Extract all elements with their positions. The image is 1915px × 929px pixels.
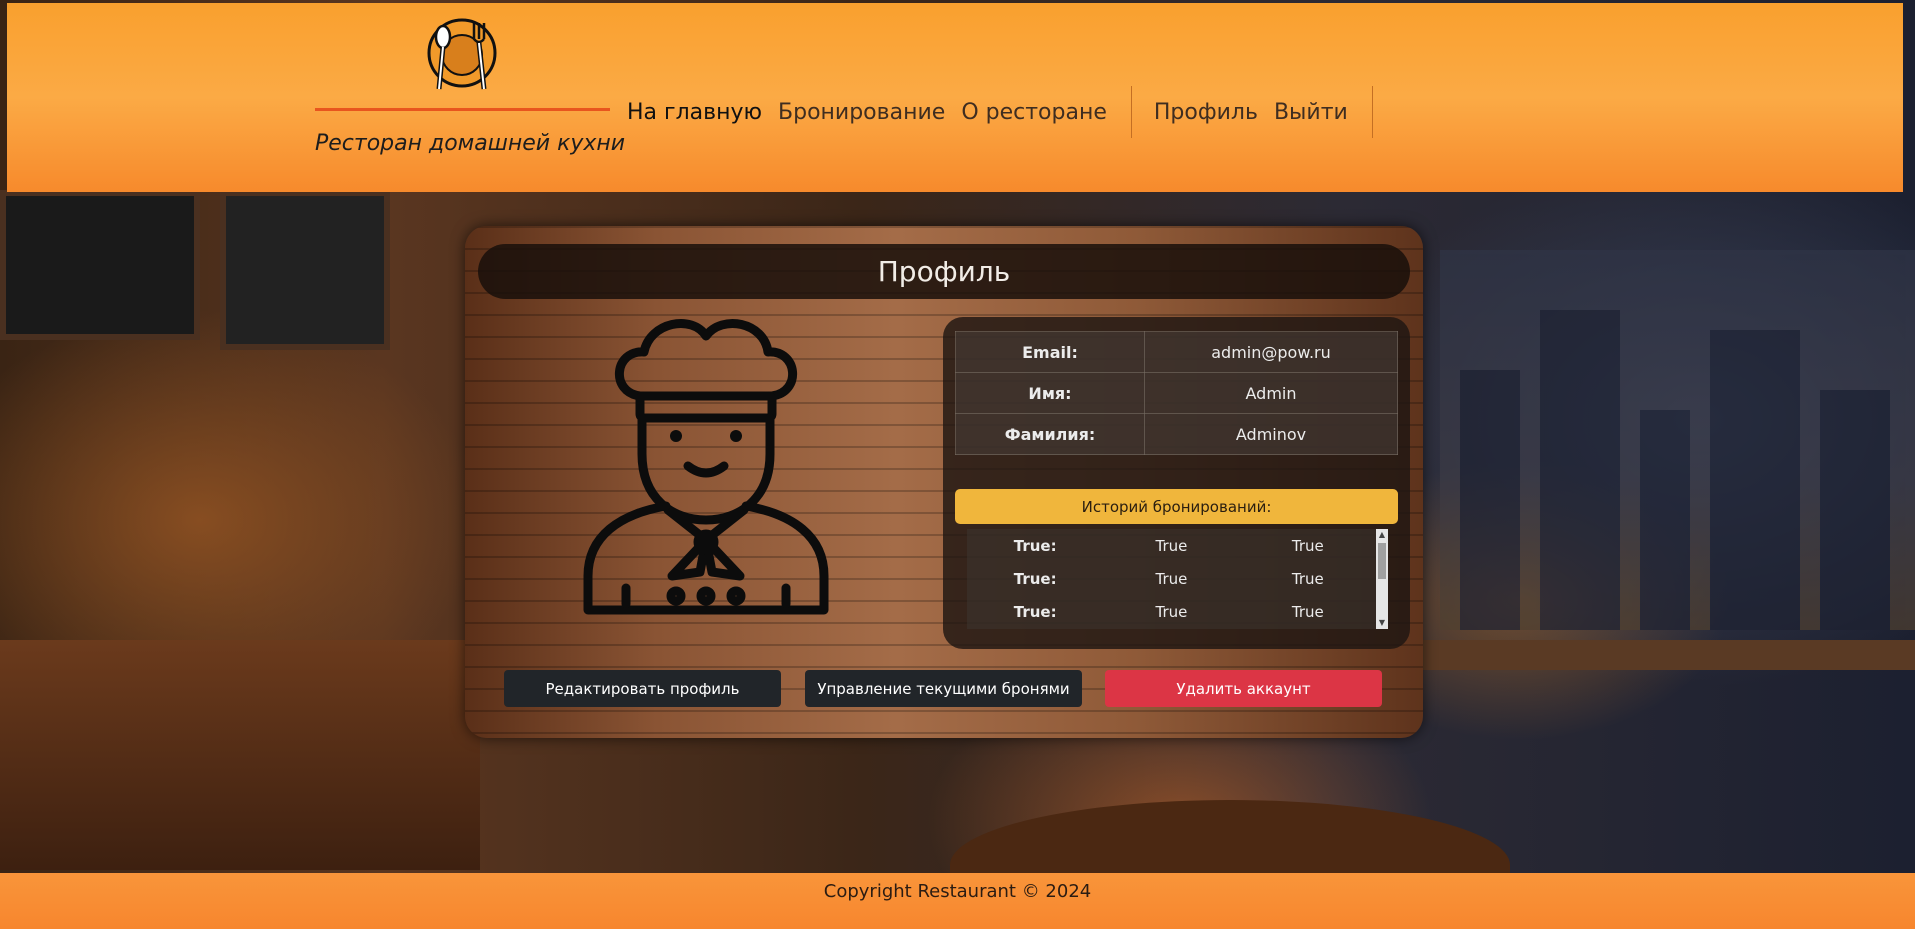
city-window-view — [1440, 250, 1915, 630]
copyright-text: Copyright Restaurant © 2024 — [823, 881, 1092, 902]
history-scrollbar[interactable]: ▲ ▼ — [1376, 529, 1388, 629]
list-item: True: True True — [967, 562, 1376, 595]
list-item: True: True True — [967, 595, 1376, 628]
table-row: Имя: Admin — [955, 372, 1398, 414]
delete-account-button[interactable]: Удалить аккаунт — [1105, 670, 1382, 707]
nav-home-link[interactable]: На главную — [627, 100, 762, 125]
surname-value: Adminov — [1144, 413, 1398, 455]
profile-card: Профиль Email: admin@pow.ru Имя: Admin Ф… — [465, 226, 1423, 738]
nav-profile-link[interactable]: Профиль — [1154, 100, 1258, 125]
name-label: Имя: — [955, 372, 1145, 414]
history-cell: True: — [1013, 536, 1057, 555]
nav-divider-end — [1371, 86, 1373, 138]
history-cell: True: — [1013, 602, 1057, 621]
list-item: True: True True — [967, 529, 1376, 562]
name-value: Admin — [1144, 372, 1398, 414]
nav-about-link[interactable]: О ресторане — [961, 100, 1107, 125]
history-cell: True — [1291, 536, 1324, 555]
site-footer: Copyright Restaurant © 2024 — [0, 873, 1915, 929]
history-cell: True — [1291, 569, 1324, 588]
brand: Ресторан домашней кухни — [307, 3, 625, 192]
user-info-table: Email: admin@pow.ru Имя: Admin Фамилия: … — [955, 331, 1398, 455]
booking-history-header: Историй бронирований: — [955, 489, 1398, 524]
profile-title-bar: Профиль — [478, 244, 1410, 299]
profile-info-panel: Email: admin@pow.ru Имя: Admin Фамилия: … — [943, 317, 1410, 649]
history-cell: True — [1155, 602, 1188, 621]
main-nav: На главную Бронирование О ресторане Проф… — [627, 86, 1373, 138]
chalkboard-menu — [0, 190, 200, 340]
surname-label: Фамилия: — [955, 413, 1145, 455]
email-value: admin@pow.ru — [1144, 331, 1398, 373]
nav-logout-link[interactable]: Выйти — [1274, 100, 1348, 125]
scroll-down-arrow-icon[interactable]: ▼ — [1376, 617, 1388, 629]
window-sill — [1420, 640, 1915, 670]
booking-history-list[interactable]: True: True True True: True True True: Tr… — [967, 529, 1376, 629]
nav-booking-link[interactable]: Бронирование — [778, 100, 945, 125]
table-row: Email: admin@pow.ru — [955, 331, 1398, 373]
history-cell: True — [1155, 569, 1188, 588]
brand-divider — [315, 108, 610, 111]
chef-icon — [583, 319, 829, 615]
table-row: Фамилия: Adminov — [955, 413, 1398, 455]
restaurant-logo-icon[interactable] — [426, 17, 498, 93]
scrollbar-thumb[interactable] — [1378, 543, 1386, 579]
chalkboard-menu-2 — [220, 190, 390, 350]
scroll-up-arrow-icon[interactable]: ▲ — [1376, 529, 1388, 541]
history-cell: True: — [1013, 569, 1057, 588]
history-cell: True — [1155, 536, 1188, 555]
manage-bookings-button[interactable]: Управление текущими бронями — [805, 670, 1082, 707]
site-header: Ресторан домашней кухни На главную Брони… — [7, 3, 1903, 192]
edit-profile-button[interactable]: Редактировать профиль — [504, 670, 781, 707]
brand-tagline: Ресторан домашней кухни — [315, 131, 626, 156]
profile-title: Профиль — [877, 255, 1011, 288]
bakery-counter — [0, 640, 480, 870]
email-label: Email: — [955, 331, 1145, 373]
history-cell: True — [1291, 602, 1324, 621]
nav-divider — [1130, 86, 1132, 138]
